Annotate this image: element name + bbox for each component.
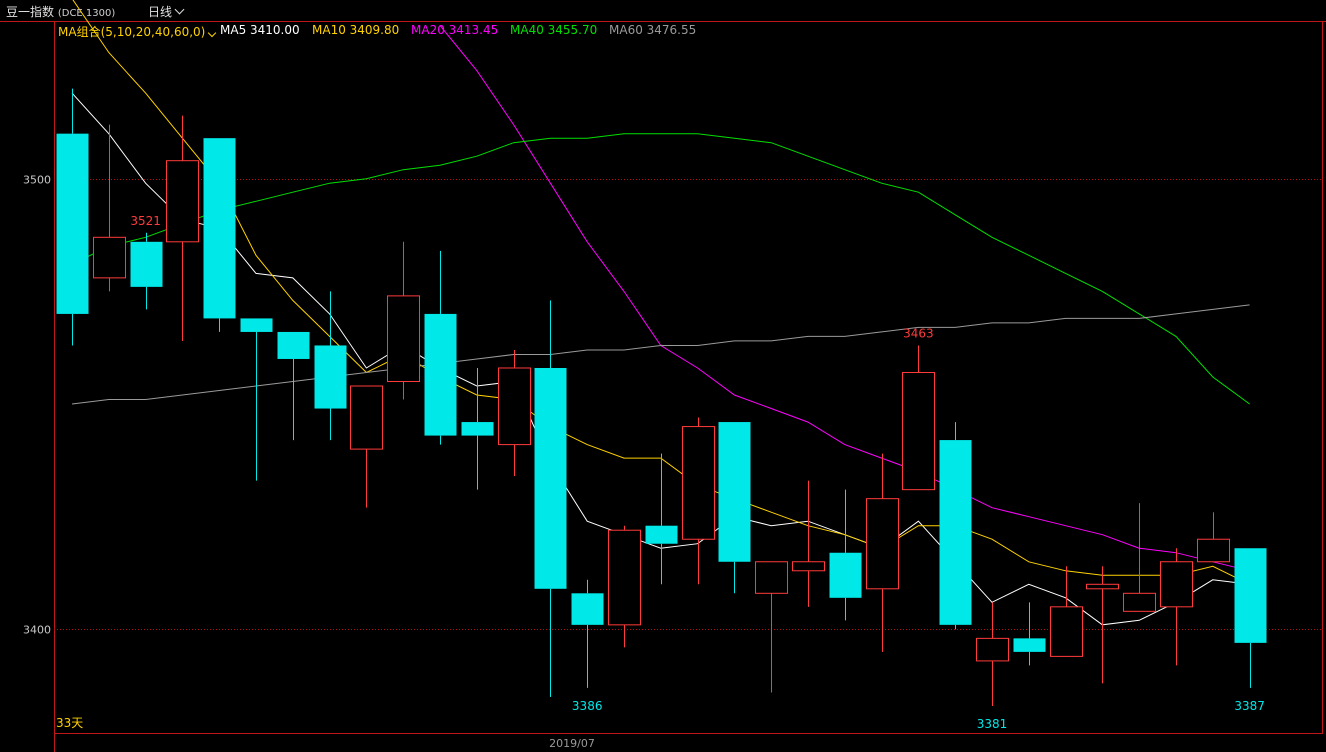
candle-body: [866, 498, 899, 590]
candle-body: [1160, 561, 1193, 608]
candle-body: [1123, 592, 1156, 612]
price-annotation: 3521: [130, 214, 161, 228]
days-label: 33天: [56, 716, 83, 730]
x-date-label: 2019/07: [549, 737, 595, 750]
candle-body: [56, 133, 89, 314]
plot-frame: [54, 21, 1323, 734]
candle-body: [534, 367, 567, 589]
candle-body: [608, 529, 641, 626]
candle-body: [93, 236, 126, 279]
ma-line-ma40: [71, 133, 1250, 405]
y-tick-label: 3500: [23, 174, 51, 187]
candle-body: [976, 637, 1009, 662]
candle-body: [203, 138, 236, 319]
candle-body: [1086, 583, 1119, 590]
candle-body: [498, 367, 531, 446]
candlestick-chart[interactable]: 3400 3500 3521 3463 3386 3381 3387 33天 2019/07: [0, 0, 1326, 752]
price-annotation: 3386: [572, 699, 603, 713]
candle-body: [350, 385, 383, 450]
candle-body: [461, 422, 494, 436]
candle-body: [755, 561, 788, 594]
candle-body: [1197, 538, 1230, 563]
candle-body: [166, 160, 199, 243]
candle-body: [1050, 606, 1083, 657]
candle-body: [387, 295, 420, 383]
candle-body: [829, 552, 862, 598]
candle-body: [314, 345, 347, 409]
candle-body: [645, 525, 678, 544]
candle-body: [792, 561, 825, 572]
candle-body: [277, 331, 310, 359]
ma-line-ma5: [71, 92, 1250, 626]
price-annotation: 3387: [1234, 699, 1265, 713]
candle-body: [571, 593, 604, 625]
candle-body: [1234, 548, 1267, 643]
candle-body: [682, 426, 715, 540]
ma-line-ma10: [72, 0, 1250, 585]
candle-body: [130, 241, 163, 287]
candle-body: [424, 313, 457, 436]
price-annotation: 3463: [903, 326, 934, 340]
candle-body: [718, 422, 751, 562]
candle-body: [902, 371, 935, 491]
candle-body: [939, 440, 972, 625]
y-tick-label: 3400: [23, 624, 51, 637]
candle-body: [1013, 638, 1046, 652]
candle-body: [240, 318, 273, 332]
price-annotation: 3381: [977, 717, 1008, 731]
